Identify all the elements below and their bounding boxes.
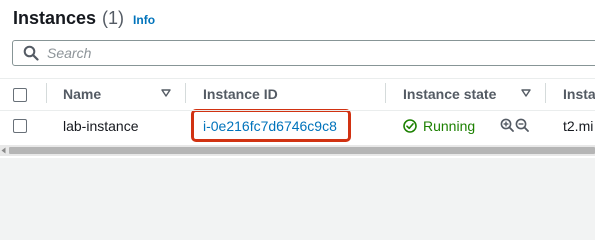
column-header-instance-type[interactable]: Insta [563,86,595,102]
highlight-box [191,109,351,142]
header-divider [0,78,595,79]
panel-header: Instances (1) Info [13,8,155,29]
instance-type: t2.mi [563,118,594,134]
scroll-left-arrow-icon[interactable] [1,147,6,154]
check-circle-icon [403,119,417,133]
zoom-in-icon[interactable] [500,118,514,132]
column-divider [545,83,546,103]
search-icon [23,45,39,61]
page-title: Instances [13,8,97,28]
search-bar[interactable] [12,40,595,66]
sort-down-icon[interactable] [161,89,171,97]
column-divider [385,83,386,103]
info-link[interactable]: Info [133,13,155,27]
instances-panel: Instances (1) Info Name Instance ID Inst… [0,0,595,158]
select-all-checkbox[interactable] [13,88,27,102]
instance-name: lab-instance [63,118,139,134]
horizontal-scrollbar[interactable] [0,145,595,156]
sort-down-icon[interactable] [521,89,531,97]
row-divider [0,110,595,111]
instance-state: Running [403,118,475,134]
column-header-instance-id[interactable]: Instance ID [203,86,278,102]
instance-count: (1) [102,8,125,28]
column-divider [185,83,186,103]
zoom-out-icon[interactable] [515,118,529,132]
column-header-name[interactable]: Name [63,86,101,102]
search-input[interactable] [47,45,567,61]
row-checkbox[interactable] [13,119,27,133]
instance-state-label: Running [423,118,476,134]
column-header-instance-state[interactable]: Instance state [403,86,496,102]
column-divider [46,83,47,103]
scroll-thumb[interactable] [9,147,595,154]
